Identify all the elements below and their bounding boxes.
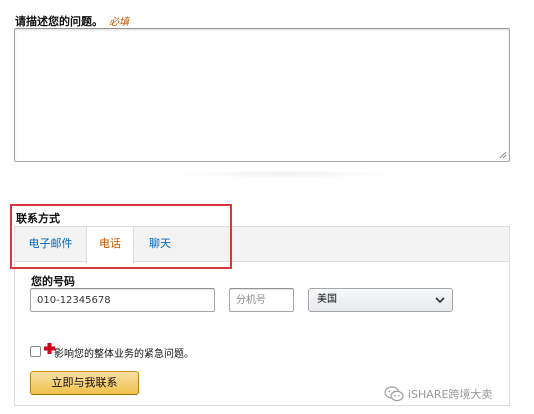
- country-select-value: 美国: [317, 294, 337, 305]
- phone-number-label: 您的号码: [31, 275, 75, 288]
- tab-email[interactable]: 电子邮件: [15, 227, 86, 262]
- tab-phone[interactable]: 电话: [86, 227, 134, 263]
- tab-chat[interactable]: 聊天: [136, 227, 184, 262]
- section-divider: [170, 170, 400, 178]
- call-me-now-button[interactable]: 立即与我联系: [30, 371, 139, 395]
- question-label: 请描述您的问题。 必填: [15, 13, 129, 29]
- question-textarea[interactable]: [14, 28, 510, 162]
- urgent-checkbox[interactable]: [30, 346, 41, 357]
- extension-input[interactable]: [229, 288, 294, 312]
- contact-tabbar: 电子邮件 电话 聊天: [15, 227, 509, 263]
- urgent-issue-label: 影响您的整体业务的紧急问题。: [54, 349, 194, 360]
- question-label-text: 请描述您的问题。: [15, 15, 103, 28]
- contact-method-label: 联系方式: [16, 212, 60, 225]
- wechat-icon: [384, 386, 404, 402]
- chevron-down-icon: [435, 297, 445, 304]
- country-select[interactable]: 美国: [308, 288, 453, 312]
- resize-grip-icon[interactable]: [499, 151, 507, 159]
- watermark: iSHARE跨境大卖: [384, 385, 492, 403]
- phone-number-input[interactable]: [30, 288, 215, 312]
- watermark-text: iSHARE跨境大卖: [408, 388, 493, 401]
- required-indicator: 必填: [109, 17, 129, 28]
